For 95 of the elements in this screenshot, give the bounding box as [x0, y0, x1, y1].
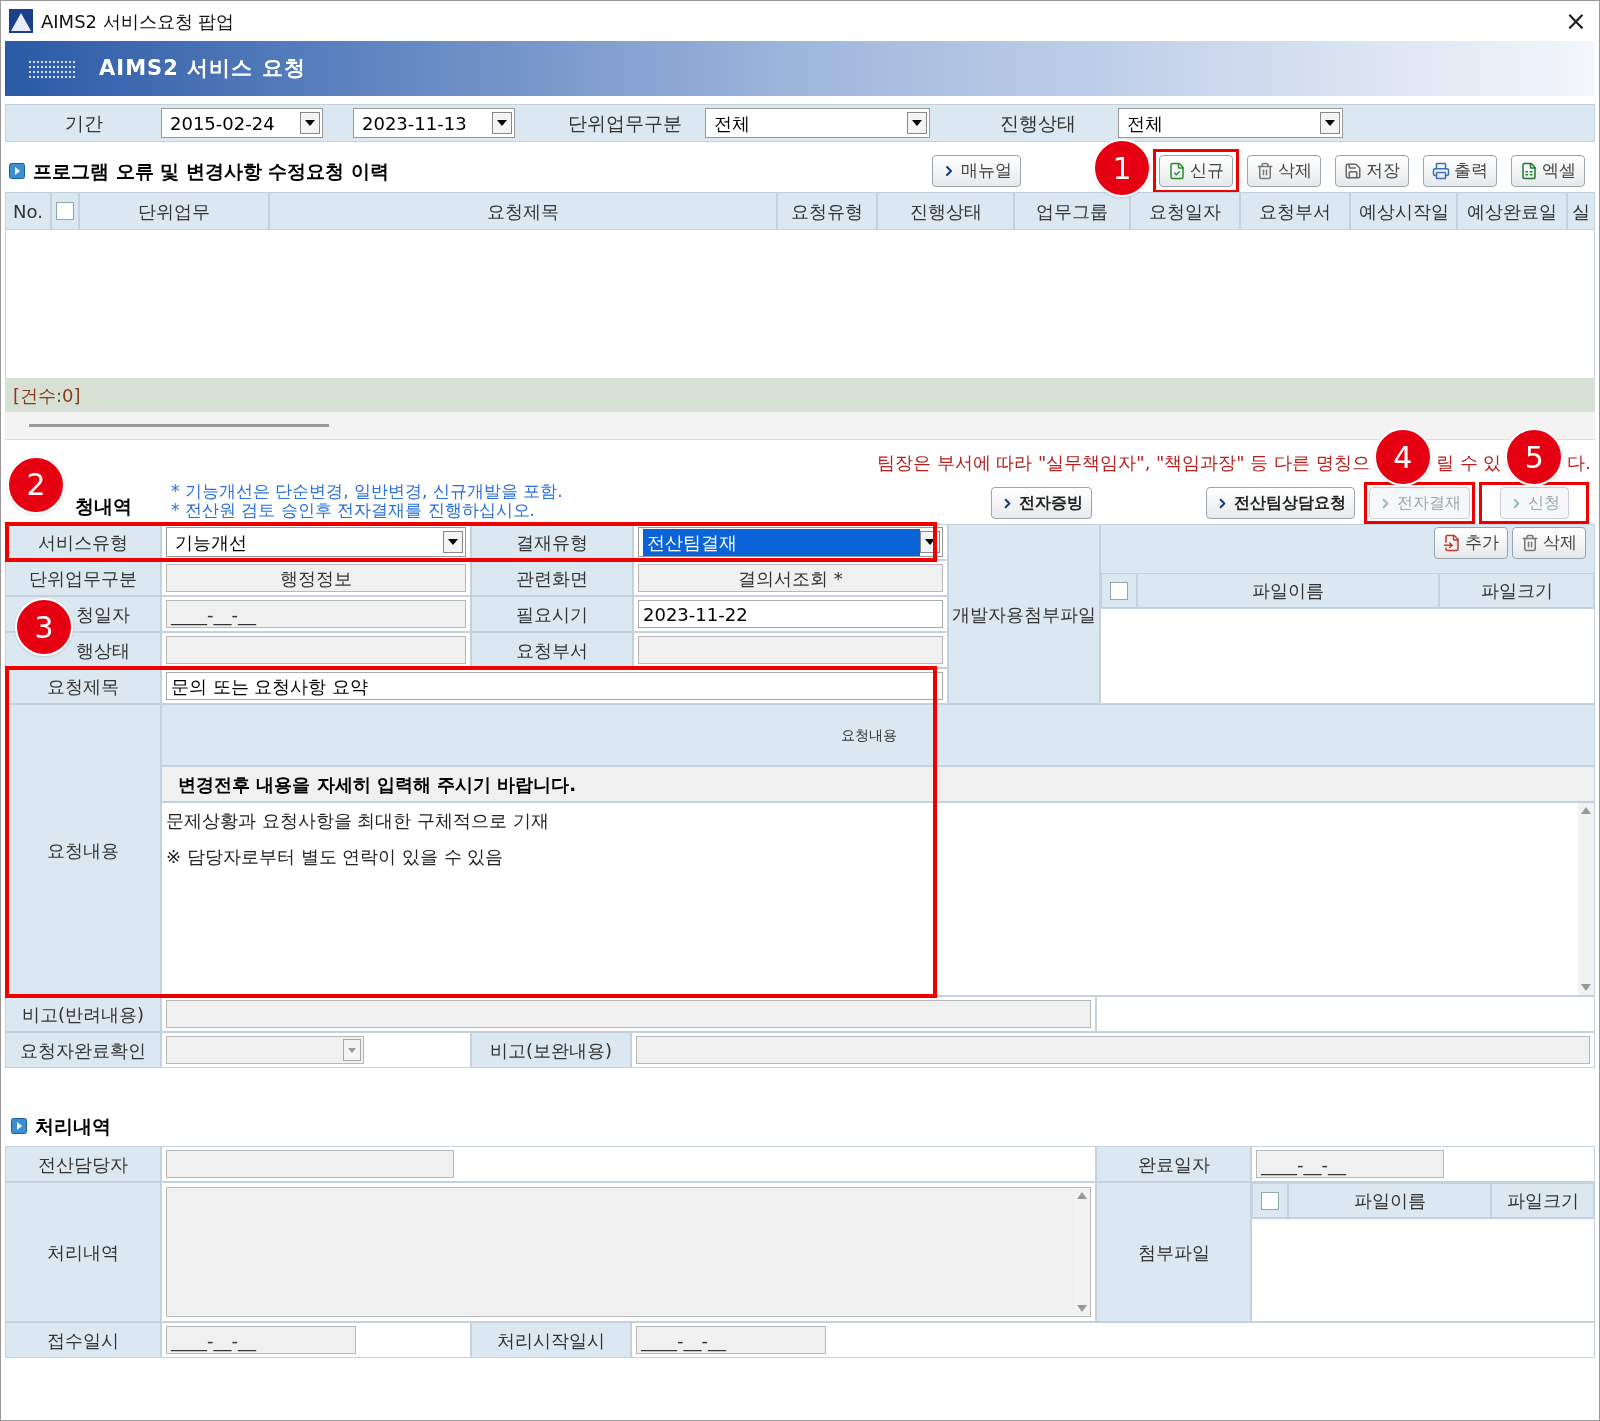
field-label: 청일자	[76, 602, 130, 627]
dropdown[interactable]	[166, 1036, 364, 1064]
column-header: 요청유형	[777, 192, 877, 230]
field-label: 필요시기	[471, 596, 633, 632]
field-label: 첨부파일	[1096, 1182, 1251, 1322]
toolbar-button[interactable]: 출력	[1423, 155, 1497, 187]
toolbar-button[interactable]: 엑셀	[1511, 155, 1585, 187]
process-detail-field[interactable]	[166, 1187, 1091, 1317]
app-icon	[9, 9, 33, 33]
printer-icon	[1432, 162, 1450, 180]
text-field[interactable]: 2023-11-22	[638, 600, 943, 628]
date-field[interactable]: ____-__-__	[636, 1326, 826, 1354]
field-label: 단위업무구분	[5, 560, 161, 596]
dropdown[interactable]: 2015-02-24	[161, 108, 323, 138]
checkbox[interactable]	[56, 202, 74, 220]
callout-number: 2	[7, 455, 65, 514]
toolbar-button[interactable]: 저장	[1335, 155, 1409, 187]
toolbar-button[interactable]: 신규	[1159, 155, 1233, 187]
field-label: 개발자용첨부파일	[948, 524, 1100, 704]
section-icon	[11, 1118, 27, 1134]
field-label: 요청부서	[471, 632, 633, 668]
save-icon	[1344, 162, 1362, 180]
dropdown[interactable]: 2023-11-13	[353, 108, 515, 138]
manager-field[interactable]	[166, 1150, 454, 1178]
filter-label: 기간	[63, 110, 104, 136]
checkbox[interactable]	[1110, 581, 1128, 600]
dropdown[interactable]: 전산팀결재	[638, 527, 943, 557]
window-title: AIMS2 서비스요청 팝업	[41, 9, 236, 34]
column-header: 요청제목	[269, 192, 777, 230]
column-header: 요청부서	[1240, 192, 1350, 230]
title-field[interactable]: 문의 또는 요청사항 요약	[166, 672, 943, 700]
toolbar-button[interactable]: 추가	[1434, 527, 1508, 559]
filter-label: 단위업무구분	[567, 110, 683, 136]
dropdown[interactable]: 기능개선	[166, 527, 466, 557]
notice-text: 릴 수 있	[1435, 450, 1502, 475]
notice-text: 다.	[1567, 450, 1591, 475]
section-title: 청내역	[75, 493, 132, 519]
dotted-grid-icon	[29, 58, 75, 79]
column-header: 파일이름	[1288, 1183, 1491, 1218]
column-header: No.	[5, 192, 51, 230]
section-title: 프로그램 오류 및 변경사항 수정요청 이력	[33, 158, 390, 184]
section-icon	[9, 163, 25, 179]
dropdown[interactable]: 전체	[1118, 108, 1343, 138]
column-header: 파일이름	[1137, 573, 1439, 608]
banner-title: AIMS2 서비스 요청	[99, 54, 306, 82]
content-header: 요청내용	[840, 725, 897, 745]
field-label: 처리시작일시	[471, 1322, 631, 1358]
field-label: 완료일자	[1096, 1146, 1251, 1182]
column-header: 파일크기	[1491, 1183, 1594, 1218]
toolbar-button[interactable]: 삭제	[1247, 155, 1321, 187]
horizontal-scrollbar[interactable]	[5, 412, 1595, 440]
column-header: 단위업무	[79, 192, 269, 230]
readonly-field[interactable]: 결의서조회 *	[638, 564, 943, 592]
scroll-up-icon[interactable]	[1077, 1192, 1087, 1199]
spreadsheet-icon	[1520, 162, 1538, 180]
field-label: 비고(반려내용)	[5, 996, 161, 1032]
field-label: 행상태	[76, 638, 130, 663]
supplement-field[interactable]	[636, 1036, 1590, 1064]
instruction-text: 변경전후 내용을 자세히 입력해 주시기 바랍니다.	[178, 772, 577, 797]
trash-icon	[1521, 534, 1539, 552]
readonly-field[interactable]: 행정정보	[166, 564, 466, 592]
toolbar-button[interactable]: 매뉴얼	[932, 155, 1021, 187]
notice-text: 팀장은 부서에 따라 "실무책임자", "책임과장" 등 다른 명칭으	[876, 450, 1370, 475]
column-header: 업무그룹	[1014, 192, 1130, 230]
field-label: 접수일시	[5, 1322, 161, 1358]
field-label: 비고(보완내용)	[471, 1032, 631, 1068]
record-count: [건수:0]	[13, 383, 81, 408]
action-button[interactable]: 전산팀상담요청	[1206, 487, 1355, 519]
remark-field[interactable]	[166, 1000, 1091, 1028]
column-header: 실	[1567, 192, 1595, 230]
date-field[interactable]: ____-__-__	[166, 1326, 356, 1354]
checked-document-icon	[1168, 162, 1186, 180]
column-header: 요청일자	[1130, 192, 1240, 230]
dropdown[interactable]: 전체	[705, 108, 930, 138]
field-label: 요청자완료확인	[5, 1032, 161, 1068]
field-label: 처리내역	[5, 1182, 161, 1322]
file-import-icon	[1443, 534, 1461, 552]
toolbar-button[interactable]: 삭제	[1512, 527, 1586, 559]
info-text: * 기능개선은 단순변경, 일반변경, 신규개발을 포함.	[171, 482, 563, 501]
info-text: * 전산원 검토 승인후 전자결재를 진행하십시오.	[171, 501, 536, 520]
column-header: 예상시작일	[1350, 192, 1457, 230]
date-field[interactable]: ____-__-__	[1256, 1150, 1444, 1178]
action-button[interactable]: 전자증빙	[991, 487, 1092, 519]
field-label: 관련화면	[471, 560, 633, 596]
close-button[interactable]: ×	[1561, 6, 1591, 36]
scroll-down-icon[interactable]	[1077, 1305, 1087, 1312]
column-header: 예상완료일	[1457, 192, 1567, 230]
filter-label: 진행상태	[999, 110, 1077, 136]
column-header: 파일크기	[1439, 573, 1594, 608]
column-header: 진행상태	[877, 192, 1014, 230]
field-label: 전산담당자	[5, 1146, 161, 1182]
callout-number: 1	[1093, 139, 1151, 197]
trash-icon	[1256, 162, 1274, 180]
checkbox[interactable]	[1261, 1191, 1279, 1210]
section-title: 처리내역	[35, 1113, 111, 1139]
